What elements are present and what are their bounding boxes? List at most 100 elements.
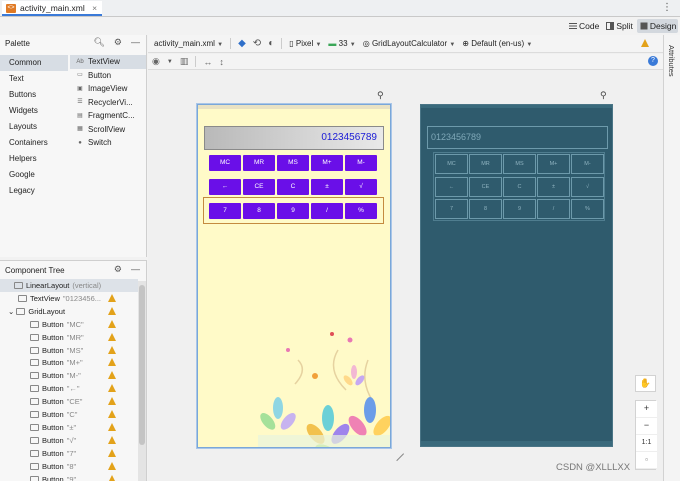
tree-row[interactable]: Button "MR" xyxy=(0,331,138,344)
tree-row[interactable]: Button "CE" xyxy=(0,395,138,408)
blueprint-button[interactable]: % xyxy=(571,199,604,219)
warning-icon[interactable] xyxy=(108,410,116,418)
api-level-selector[interactable]: ▬ 33 ▼ xyxy=(328,39,355,48)
minimize-icon[interactable]: — xyxy=(131,264,140,275)
locale-selector[interactable]: ⊕ Default (en-us) ▼ xyxy=(462,39,532,48)
widget-recyclerview[interactable]: ☰ RecyclerVi... xyxy=(70,96,146,110)
blueprint-button[interactable]: / xyxy=(537,199,570,219)
widget-imageview[interactable]: ▣ ImageView xyxy=(70,82,146,96)
blueprint-button[interactable]: √ xyxy=(571,176,604,197)
tree-scrollbar[interactable] xyxy=(138,281,146,481)
warning-icon[interactable] xyxy=(108,345,116,354)
warning-icon[interactable] xyxy=(108,448,116,457)
calc-button[interactable]: ← xyxy=(209,179,241,195)
tree-row[interactable]: Button "M-" xyxy=(0,369,138,382)
blueprint-button[interactable]: C xyxy=(503,176,536,197)
calculator-display[interactable]: 0123456789 xyxy=(204,126,384,150)
tree-row[interactable]: LinearLayout (vertical) xyxy=(0,279,138,292)
blueprint-button[interactable]: M- xyxy=(571,154,604,174)
gear-icon[interactable]: ⚙ xyxy=(114,264,122,275)
calc-button[interactable]: CE xyxy=(243,179,275,195)
tree-row[interactable]: Button "7" xyxy=(0,447,138,460)
warning-icon[interactable] xyxy=(108,397,116,406)
code-mode-button[interactable]: Code xyxy=(566,19,601,33)
category-buttons[interactable]: Buttons xyxy=(0,87,68,103)
warning-icon[interactable] xyxy=(108,422,116,431)
orientation-icon[interactable]: ⟲ xyxy=(253,38,261,49)
tree-row[interactable]: Button "M+" xyxy=(0,356,138,369)
blueprint-button[interactable]: 8 xyxy=(469,199,502,219)
theme-selector[interactable]: ◎ GridLayoutCalculator ▼ xyxy=(363,39,456,48)
warning-icon[interactable] xyxy=(108,306,116,315)
blueprint-button[interactable]: M+ xyxy=(537,154,570,174)
warning-icon[interactable] xyxy=(108,474,116,481)
warning-icon[interactable] xyxy=(108,332,116,341)
close-tab-icon[interactable]: × xyxy=(92,3,97,13)
warning-icon[interactable] xyxy=(108,371,116,380)
warning-icon[interactable] xyxy=(641,39,649,47)
category-helpers[interactable]: Helpers xyxy=(0,151,68,167)
category-legacy[interactable]: Legacy xyxy=(0,183,68,199)
category-text[interactable]: Text xyxy=(0,71,68,87)
night-mode-icon[interactable]: ◐ xyxy=(268,38,274,49)
blueprint-button[interactable]: ± xyxy=(537,176,570,197)
calc-button[interactable]: √ xyxy=(345,179,377,195)
design-mode-button[interactable]: Design xyxy=(636,19,679,33)
pan-icon[interactable]: ✋ xyxy=(635,375,656,392)
calc-button[interactable]: MR xyxy=(243,155,275,171)
calc-button[interactable]: M+ xyxy=(311,155,343,171)
split-mode-button[interactable]: Split xyxy=(603,19,635,33)
help-icon[interactable]: ? xyxy=(648,56,658,66)
eye-icon[interactable]: ◉ xyxy=(152,56,160,67)
warning-icon[interactable] xyxy=(108,319,116,328)
device-selector[interactable]: ▯ Pixel ▼ xyxy=(289,39,321,48)
blueprint-button[interactable]: ← xyxy=(435,176,468,197)
tree-row[interactable]: Button "9" xyxy=(0,473,138,481)
horizontal-resize-icon[interactable]: ↔ xyxy=(203,57,212,67)
search-icon[interactable]: 🔍︎ xyxy=(93,37,104,48)
category-widgets[interactable]: Widgets xyxy=(0,103,68,119)
warning-icon[interactable] xyxy=(108,435,116,444)
blueprint-button[interactable]: MR xyxy=(469,154,502,174)
blueprint-button[interactable]: CE xyxy=(469,176,502,197)
blueprint-button[interactable]: 9 xyxy=(503,199,536,219)
tree-row[interactable]: Button "←" xyxy=(0,382,138,395)
vertical-resize-icon[interactable]: ↕ xyxy=(219,57,224,67)
warning-icon[interactable] xyxy=(108,358,116,367)
more-options-icon[interactable]: ⋮ xyxy=(662,2,672,13)
zoom-actual-size-button[interactable]: 1:1 xyxy=(636,435,657,452)
design-preview-phone[interactable]: 0123456789 MC MR MS M+ M- ← CE C ± √ 7 8 9/% xyxy=(197,104,391,448)
category-layouts[interactable]: Layouts xyxy=(0,119,68,135)
widget-switch[interactable]: ● Switch xyxy=(70,136,146,150)
warning-icon[interactable] xyxy=(108,384,116,393)
blueprint-button[interactable]: MS xyxy=(503,154,536,174)
layers-icon[interactable]: ◆ xyxy=(238,38,246,49)
blueprint-preview[interactable]: 0123456789 MC MR MS M+ M- ← CE C ± √ 7 8 9/% xyxy=(420,104,613,447)
calc-button[interactable]: M- xyxy=(345,155,377,171)
tree-row[interactable]: ⌄ GridLayout xyxy=(0,305,138,318)
category-google[interactable]: Google xyxy=(0,167,68,183)
pin-icon[interactable]: ⚲ xyxy=(600,90,607,101)
tab-activity-main[interactable]: <> activity_main.xml × xyxy=(2,1,103,16)
widget-button[interactable]: ▭ Button xyxy=(70,69,146,83)
category-containers[interactable]: Containers xyxy=(0,135,68,151)
layout-file-selector[interactable]: activity_main.xml ▼ xyxy=(154,39,223,48)
gear-icon[interactable]: ⚙ xyxy=(114,37,122,48)
calc-button[interactable]: ± xyxy=(311,179,343,195)
calc-button[interactable]: MS xyxy=(277,155,309,171)
tree-row[interactable]: Button "8" xyxy=(0,460,138,473)
blueprint-display[interactable]: 0123456789 xyxy=(427,126,608,149)
minimize-icon[interactable]: — xyxy=(131,37,140,48)
warning-icon[interactable] xyxy=(108,293,116,302)
tree-scrollbar-thumb[interactable] xyxy=(139,285,145,445)
tree-row[interactable]: Button "√" xyxy=(0,434,138,447)
chevron-down-icon[interactable]: ⌄ xyxy=(8,307,16,316)
pin-icon[interactable]: ⚲ xyxy=(377,90,384,101)
tree-row[interactable]: TextView "0123456... xyxy=(0,292,138,305)
zoom-fit-button[interactable]: ▫ xyxy=(636,452,657,469)
attributes-tab[interactable]: Attributes xyxy=(667,45,676,77)
tree-row[interactable]: Button "MS" xyxy=(0,344,138,357)
warning-icon[interactable] xyxy=(108,461,116,470)
widget-scrollview[interactable]: ▦ ScrollView xyxy=(70,123,146,137)
zoom-out-button[interactable]: − xyxy=(636,418,657,435)
